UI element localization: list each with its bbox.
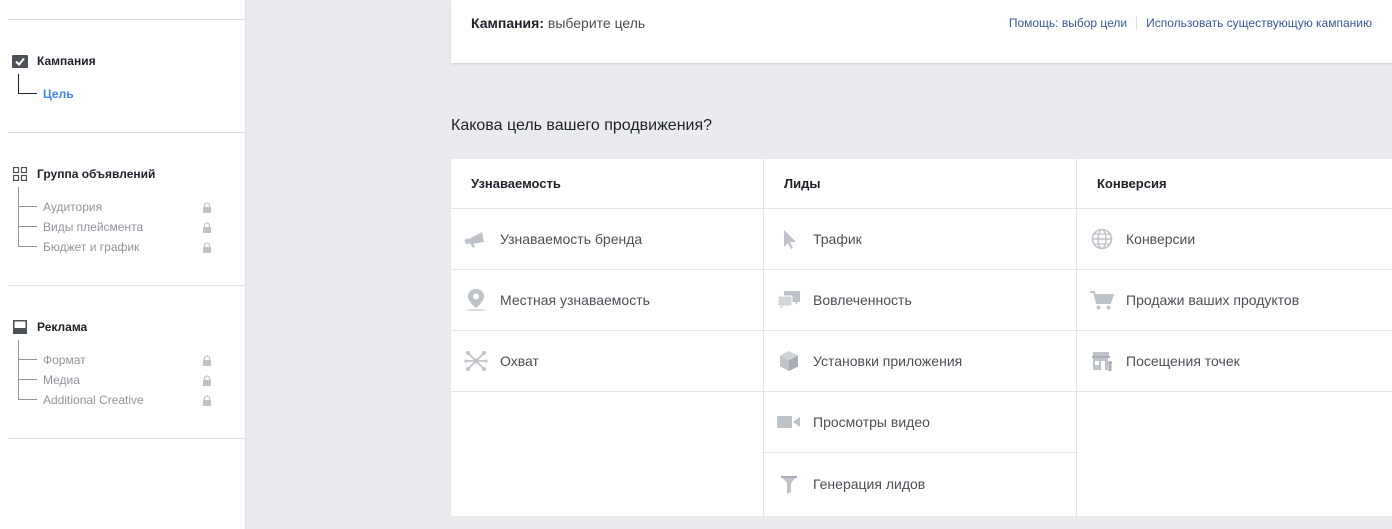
objective-video-views[interactable]: Просмотры видео <box>764 392 1076 453</box>
objective-local-awareness[interactable]: Местная узнаваемость <box>451 270 763 331</box>
objective-engagement[interactable]: Вовлеченность <box>764 270 1076 331</box>
campaign-tree: Цель <box>18 74 212 104</box>
objective-label: Охват <box>500 353 539 369</box>
sidebar-item-media[interactable]: Медиа <box>18 360 212 390</box>
objective-label: Генерация лидов <box>813 475 926 492</box>
objective-app-installs[interactable]: Установки приложения <box>764 331 1076 392</box>
adset-tree: Аудитория Виды плейсмента Бюджет и графи… <box>18 187 212 257</box>
objective-column-awareness: Узнаваемость Узнаваемость бренда Местная… <box>451 159 764 516</box>
cart-icon <box>1089 287 1115 313</box>
objective-column-leads: Лиды Трафик Вовлеченность Установки прил… <box>764 159 1077 516</box>
ad-layout-icon <box>12 319 28 335</box>
lock-icon <box>203 355 211 366</box>
objective-label: Узнаваемость бренда <box>500 231 643 247</box>
box-icon <box>776 348 802 374</box>
link-divider <box>1136 16 1138 30</box>
tree-branch <box>18 187 37 207</box>
column-title: Лиды <box>764 159 1076 209</box>
sidebar-item-budget[interactable]: Бюджет и график <box>18 227 212 257</box>
use-existing-campaign-link[interactable]: Использовать существующую кампанию <box>1146 16 1372 30</box>
tree-branch <box>18 380 37 400</box>
objective-column-conversion: Конверсия Конверсии Продажи ваших продук… <box>1077 159 1392 516</box>
sidebar-item-audience[interactable]: Аудитория <box>18 187 212 217</box>
globe-icon <box>1089 226 1115 252</box>
help-link[interactable]: Помощь: выбор цели <box>1009 16 1127 30</box>
ad-tree: Формат Медиа Additional Creative <box>18 340 212 410</box>
objective-lead-generation[interactable]: Генерация лидов <box>764 453 1076 514</box>
objective-traffic[interactable]: Трафик <box>764 209 1076 270</box>
sidebar-item-label: Additional Creative <box>43 393 144 407</box>
tree-branch <box>18 227 37 247</box>
lock-icon <box>203 375 211 386</box>
sidebar-divider <box>8 285 245 286</box>
campaign-header: Кампания: выберите цель Помощь: выбор це… <box>451 0 1392 63</box>
column-title: Узнаваемость <box>451 159 763 209</box>
page-title: Кампания: выберите цель <box>471 15 645 31</box>
objective-label: Посещения точек <box>1126 353 1240 369</box>
tree-branch <box>18 207 37 227</box>
lock-icon <box>203 202 211 213</box>
store-icon <box>1089 348 1115 374</box>
sidebar-section-adset[interactable]: Группа объявлений <box>12 166 155 182</box>
lock-icon <box>203 222 211 233</box>
header-links: Помощь: выбор цели Использовать существу… <box>1009 16 1372 30</box>
sidebar-section-campaign[interactable]: Кампания <box>12 53 96 69</box>
lock-icon <box>203 242 211 253</box>
objective-conversions[interactable]: Конверсии <box>1077 209 1392 270</box>
sidebar-divider <box>8 438 245 439</box>
sidebar-item-format[interactable]: Формат <box>18 340 212 370</box>
objective-question: Какова цель вашего продвижения? <box>451 117 713 134</box>
sidebar-divider <box>8 132 245 133</box>
objective-label: Вовлеченность <box>813 292 912 308</box>
title-prefix: Кампания: <box>471 15 544 31</box>
objective-store-visits[interactable]: Посещения точек <box>1077 331 1392 392</box>
location-pin-icon <box>463 287 489 313</box>
column-title: Конверсия <box>1077 159 1392 209</box>
sidebar-item-label: Медиа <box>43 373 80 387</box>
objective-product-catalog-sales[interactable]: Продажи ваших продуктов <box>1077 270 1392 331</box>
reach-icon <box>463 348 489 374</box>
chat-bubbles-icon <box>776 287 802 313</box>
megaphone-icon <box>463 226 489 252</box>
funnel-icon <box>776 471 802 497</box>
sidebar-item-label: Аудитория <box>43 200 103 214</box>
sidebar-item-objective[interactable]: Цель <box>18 74 212 104</box>
sidebar-item-label: Формат <box>43 353 86 367</box>
sidebar-item-label: Бюджет и график <box>43 240 140 254</box>
sidebar-section-ad[interactable]: Реклама <box>12 319 87 335</box>
sidebar-section-label: Кампания <box>37 54 96 68</box>
objective-label: Просмотры видео <box>813 414 930 430</box>
objective-label: Трафик <box>813 231 862 247</box>
sidebar-divider <box>8 19 245 20</box>
objective-label: Местная узнаваемость <box>500 292 650 308</box>
cursor-icon <box>776 226 802 252</box>
objective-reach[interactable]: Охват <box>451 331 763 392</box>
sidebar-item-placements[interactable]: Виды плейсмента <box>18 207 212 237</box>
title-text: выберите цель <box>547 15 646 31</box>
tree-branch <box>18 74 37 94</box>
objective-label: Продажи ваших продуктов <box>1126 292 1300 308</box>
sidebar-section-label: Группа объявлений <box>37 167 156 181</box>
video-camera-icon <box>776 409 802 435</box>
grid-icon <box>12 166 28 182</box>
tree-branch <box>18 360 37 380</box>
objectives-grid: Узнаваемость Узнаваемость бренда Местная… <box>451 159 1392 516</box>
sidebar: Кампания Цель Группа объявлений Аудитори… <box>0 0 246 529</box>
objective-label: Конверсии <box>1126 231 1196 247</box>
objective-brand-awareness[interactable]: Узнаваемость бренда <box>451 209 763 270</box>
sidebar-item-label: Цель <box>43 87 74 101</box>
sidebar-item-label: Виды плейсмента <box>43 220 144 234</box>
sidebar-section-label: Реклама <box>37 320 88 334</box>
objective-label: Установки приложения <box>813 353 963 369</box>
tree-branch <box>18 340 37 360</box>
checkbox-checked-icon <box>12 53 28 69</box>
sidebar-item-additional-creative[interactable]: Additional Creative <box>18 380 212 410</box>
lock-icon <box>203 395 211 406</box>
